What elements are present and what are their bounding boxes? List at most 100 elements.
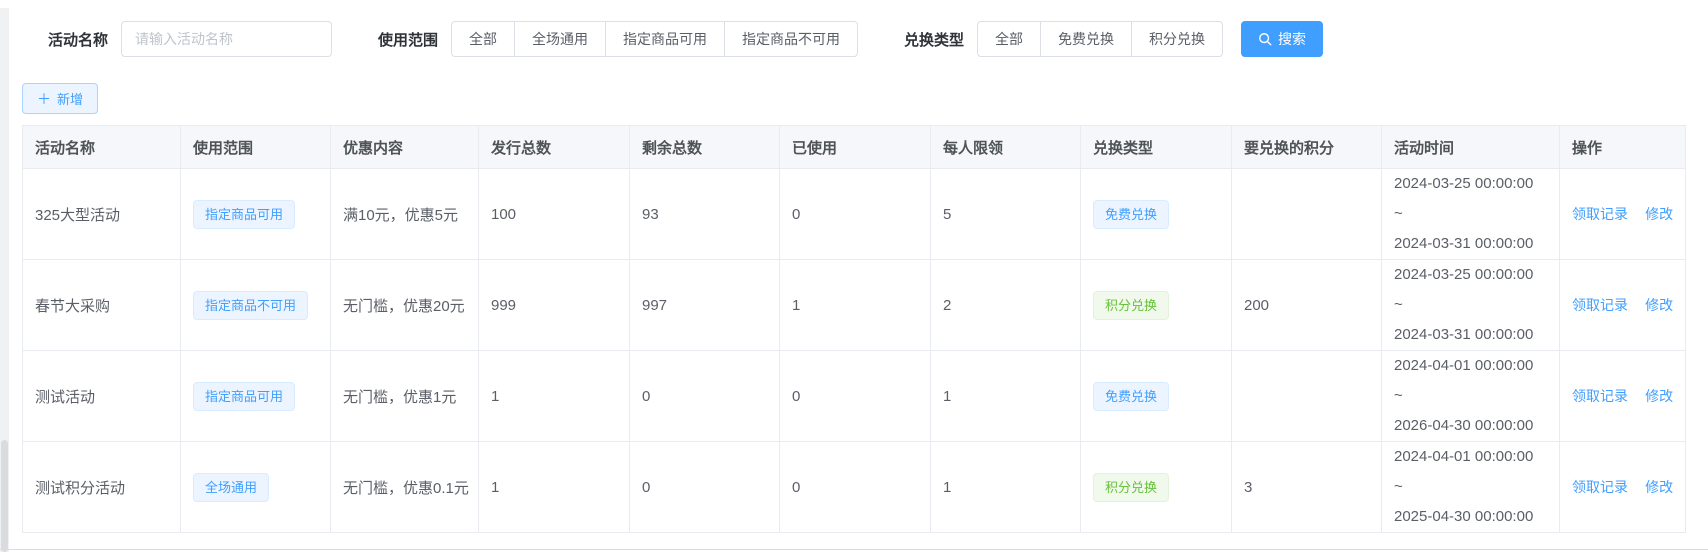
exchange-type-option-points[interactable]: 积分兑换 [1132, 21, 1223, 57]
activity-name-label: 活动名称 [48, 29, 108, 50]
issued-total-cell: 1 [479, 351, 630, 442]
remaining-total-cell: 0 [630, 442, 780, 533]
actions-cell: 领取记录 修改 [1560, 169, 1686, 260]
activity-table-wrapper: 活动名称 使用范围 优惠内容 发行总数 剩余总数 已使用 每人限领 兑换类型 要… [22, 125, 1686, 533]
table-row: 春节大采购 指定商品不可用 无门槛，优惠20元 999 997 1 2 积分兑换… [23, 260, 1686, 351]
col-discount-content: 优惠内容 [331, 126, 479, 169]
discount-cell: 满10元，优惠5元 [331, 169, 479, 260]
exchange-type-badge: 积分兑换 [1093, 291, 1169, 320]
activity-name-cell: 春节大采购 [35, 298, 110, 315]
col-activity-name: 活动名称 [23, 126, 181, 169]
claim-records-link[interactable]: 领取记录 [1572, 206, 1628, 222]
time-start: 2024-04-01 00:00:00 [1394, 351, 1547, 381]
edit-link[interactable]: 修改 [1645, 297, 1673, 313]
points-required-cell: 3 [1232, 442, 1382, 533]
activity-name-cell: 测试活动 [35, 389, 95, 406]
table-header: 活动名称 使用范围 优惠内容 发行总数 剩余总数 已使用 每人限领 兑换类型 要… [23, 126, 1686, 169]
used-cell: 1 [780, 260, 931, 351]
usage-scope-badge: 指定商品可用 [193, 200, 295, 229]
bottom-divider [0, 549, 1708, 550]
per-person-limit-cell: 2 [931, 260, 1081, 351]
time-separator: ~ [1394, 472, 1547, 502]
activity-name-cell: 测试积分活动 [35, 480, 125, 497]
exchange-type-option-free[interactable]: 免费兑换 [1041, 21, 1132, 57]
left-scrollbar-track [0, 8, 9, 552]
time-end: 2025-04-30 00:00:00 [1394, 502, 1547, 532]
actions-cell: 领取记录 修改 [1560, 351, 1686, 442]
usage-scope-option-all[interactable]: 全部 [451, 21, 515, 57]
col-activity-time: 活动时间 [1382, 126, 1560, 169]
usage-scope-badge: 指定商品不可用 [193, 291, 308, 320]
points-required-cell [1232, 351, 1382, 442]
activity-time-cell: 2024-03-25 00:00:00 ~ 2024-03-31 00:00:0… [1382, 169, 1560, 260]
col-used: 已使用 [780, 126, 931, 169]
table-row: 325大型活动 指定商品可用 满10元，优惠5元 100 93 0 5 免费兑换… [23, 169, 1686, 260]
usage-scope-button-group: 全部 全场通用 指定商品可用 指定商品不可用 [451, 21, 858, 57]
activity-name-cell: 325大型活动 [35, 207, 120, 224]
time-end: 2024-03-31 00:00:00 [1394, 320, 1547, 350]
activity-time-cell: 2024-03-25 00:00:00 ~ 2024-03-31 00:00:0… [1382, 260, 1560, 351]
discount-cell: 无门槛，优惠20元 [331, 260, 479, 351]
search-button-label: 搜索 [1278, 29, 1306, 49]
discount-cell: 无门槛，优惠0.1元 [331, 442, 479, 533]
time-start: 2024-03-25 00:00:00 [1394, 169, 1547, 199]
col-issued-total: 发行总数 [479, 126, 630, 169]
issued-total-cell: 999 [479, 260, 630, 351]
left-scrollbar-thumb[interactable] [1, 440, 8, 552]
exchange-type-badge: 免费兑换 [1093, 382, 1169, 411]
add-button[interactable]: ＋ 新增 [22, 83, 98, 114]
col-per-person-limit: 每人限领 [931, 126, 1081, 169]
per-person-limit-cell: 5 [931, 169, 1081, 260]
plus-icon: ＋ [37, 92, 51, 106]
edit-link[interactable]: 修改 [1645, 206, 1673, 222]
activity-name-input[interactable] [121, 21, 332, 57]
usage-scope-option-specified-disallowed[interactable]: 指定商品不可用 [725, 21, 858, 57]
usage-scope-option-specified-allowed[interactable]: 指定商品可用 [606, 21, 725, 57]
remaining-total-cell: 93 [630, 169, 780, 260]
points-required-cell [1232, 169, 1382, 260]
remaining-total-cell: 0 [630, 351, 780, 442]
time-end: 2024-03-31 00:00:00 [1394, 229, 1547, 259]
remaining-total-cell: 997 [630, 260, 780, 351]
time-start: 2024-03-25 00:00:00 [1394, 260, 1547, 290]
discount-cell: 无门槛，优惠1元 [331, 351, 479, 442]
usage-scope-badge: 全场通用 [193, 473, 269, 502]
exchange-type-badge: 积分兑换 [1093, 473, 1169, 502]
edit-link[interactable]: 修改 [1645, 479, 1673, 495]
points-required-cell: 200 [1232, 260, 1382, 351]
col-remaining-total: 剩余总数 [630, 126, 780, 169]
used-cell: 0 [780, 442, 931, 533]
col-points-required: 要兑换的积分 [1232, 126, 1382, 169]
usage-scope-badge: 指定商品可用 [193, 382, 295, 411]
per-person-limit-cell: 1 [931, 351, 1081, 442]
claim-records-link[interactable]: 领取记录 [1572, 297, 1628, 313]
activity-time-cell: 2024-04-01 00:00:00 ~ 2025-04-30 00:00:0… [1382, 442, 1560, 533]
col-actions: 操作 [1560, 126, 1686, 169]
actions-cell: 领取记录 修改 [1560, 442, 1686, 533]
exchange-type-badge: 免费兑换 [1093, 200, 1169, 229]
activity-table: 活动名称 使用范围 优惠内容 发行总数 剩余总数 已使用 每人限领 兑换类型 要… [22, 125, 1686, 533]
time-start: 2024-04-01 00:00:00 [1394, 442, 1547, 472]
actions-cell: 领取记录 修改 [1560, 260, 1686, 351]
per-person-limit-cell: 1 [931, 442, 1081, 533]
time-separator: ~ [1394, 381, 1547, 411]
exchange-type-option-all[interactable]: 全部 [977, 21, 1041, 57]
edit-link[interactable]: 修改 [1645, 388, 1673, 404]
add-button-label: 新增 [57, 89, 83, 108]
used-cell: 0 [780, 169, 931, 260]
search-button[interactable]: 搜索 [1241, 21, 1323, 57]
claim-records-link[interactable]: 领取记录 [1572, 388, 1628, 404]
claim-records-link[interactable]: 领取记录 [1572, 479, 1628, 495]
exchange-type-button-group: 全部 免费兑换 积分兑换 [977, 21, 1223, 57]
table-row: 测试积分活动 全场通用 无门槛，优惠0.1元 1 0 0 1 积分兑换 3 20… [23, 442, 1686, 533]
filter-bar: 活动名称 使用范围 全部 全场通用 指定商品可用 指定商品不可用 兑换类型 全部… [0, 0, 1708, 57]
used-cell: 0 [780, 351, 931, 442]
time-separator: ~ [1394, 290, 1547, 320]
time-end: 2026-04-30 00:00:00 [1394, 411, 1547, 441]
table-row: 测试活动 指定商品可用 无门槛，优惠1元 1 0 0 1 免费兑换 2024-0… [23, 351, 1686, 442]
col-exchange-type: 兑换类型 [1081, 126, 1232, 169]
issued-total-cell: 1 [479, 442, 630, 533]
usage-scope-option-universal[interactable]: 全场通用 [515, 21, 606, 57]
exchange-type-label: 兑换类型 [904, 29, 964, 50]
search-icon [1258, 32, 1272, 46]
